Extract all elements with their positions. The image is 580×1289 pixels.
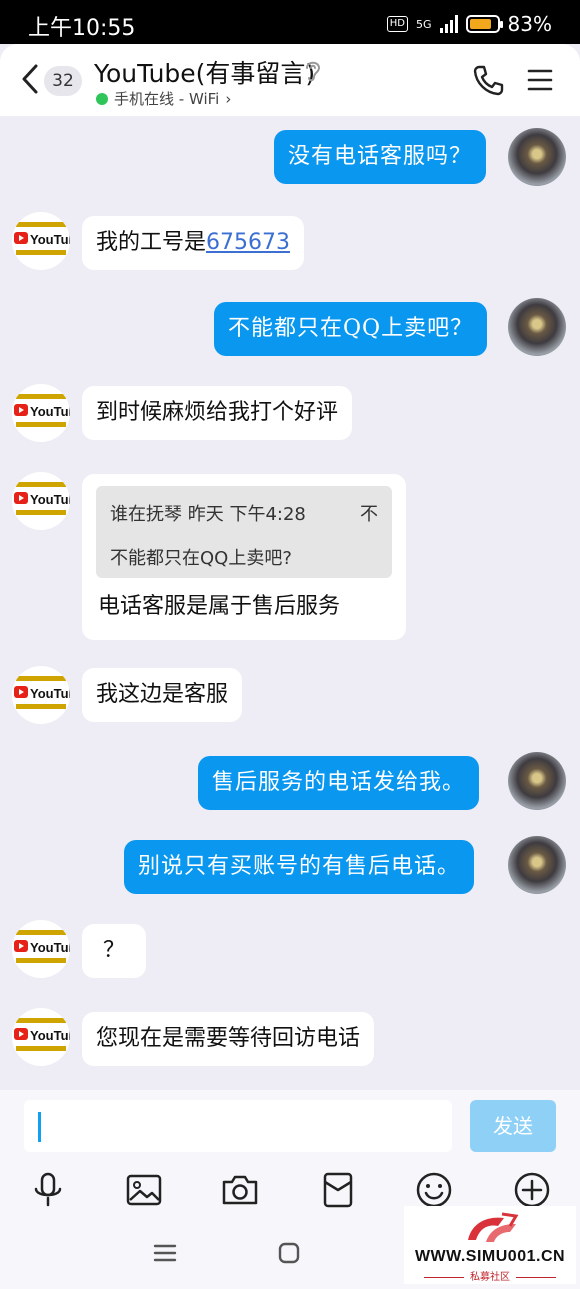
youtube-avatar[interactable]: YouTube [12, 666, 70, 724]
youtube-brand-text: YouTube [30, 232, 70, 247]
message-text: 我的工号是 [96, 230, 207, 255]
presence-text: 手机在线 - WiFi [114, 90, 220, 108]
quote-author: 谁在抚琴 [110, 504, 182, 525]
message-bubble[interactable]: 不能都只在QQ上卖吧？ [214, 302, 488, 356]
my-avatar[interactable] [508, 752, 566, 810]
my-avatar[interactable] [508, 836, 566, 894]
youtube-logo-icon: YouTube [14, 482, 70, 515]
employee-id-link[interactable]: 675673 [206, 230, 290, 255]
network-type: 5G [416, 17, 432, 31]
youtube-logo-icon: YouTube [14, 1018, 70, 1051]
youtube-avatar[interactable]: YouTube [12, 472, 70, 530]
watermark: WWW.SIMU001.CN 私募社区 [404, 1206, 576, 1284]
battery-icon [465, 15, 503, 33]
youtube-logo-icon: YouTube [14, 394, 70, 427]
message-input[interactable] [24, 1100, 452, 1152]
emoji-icon[interactable] [414, 1170, 454, 1210]
youtube-brand-text: YouTube [30, 686, 70, 701]
quoted-message[interactable]: 谁在抚琴 昨天 下午4:28 不 不能都只在QQ上卖吧? [96, 486, 392, 578]
chevron-right-icon: › [225, 89, 232, 108]
phone-call-icon[interactable] [472, 64, 504, 96]
message-bubble[interactable]: 售后服务的电话发给我。 [198, 756, 480, 810]
youtube-brand-text: YouTube [30, 940, 70, 955]
my-avatar[interactable] [508, 298, 566, 356]
youtube-brand-text: YouTube [30, 1028, 70, 1043]
chat-header: 32 YouTube(有事留言) 手机在线 - WiFi › [0, 44, 580, 116]
image-icon[interactable] [124, 1170, 164, 1210]
message-bubble[interactable]: ？ [82, 924, 146, 978]
ear-icon[interactable] [302, 58, 324, 84]
message-bubble[interactable]: 没有电话客服吗？ [274, 130, 487, 184]
my-avatar[interactable] [508, 128, 566, 186]
camera-icon[interactable] [220, 1170, 260, 1210]
watermark-subtitle: 私募社区 [404, 1268, 576, 1283]
message-bubble[interactable]: 我这边是客服 [82, 668, 243, 722]
status-time: 上午10:55 [28, 16, 136, 41]
quote-snippet-icon: 不 [360, 504, 378, 525]
watermark-site: WWW.SIMU001.CN [414, 1248, 566, 1265]
message-text: 电话客服是属于售后服务 [98, 594, 341, 619]
send-button[interactable]: 发送 [470, 1100, 556, 1152]
quote-text: 不能都只在QQ上卖吧? [110, 548, 292, 569]
quote-time: 昨天 下午4:28 [187, 504, 306, 525]
hd-icon: HD [386, 16, 409, 32]
menu-icon[interactable] [526, 66, 554, 94]
youtube-brand-text: YouTube [30, 492, 70, 507]
message-bubble[interactable]: 我的工号是675673 [82, 216, 304, 270]
message-bubble[interactable]: 到时候麻烦给我打个好评 [82, 386, 353, 440]
recent-apps-icon[interactable] [152, 1242, 178, 1264]
youtube-brand-text: YouTube [30, 404, 70, 419]
youtube-avatar[interactable]: YouTube [12, 384, 70, 442]
status-bar: 上午10:55 HD 5G 83% [0, 0, 580, 44]
status-icons: HD 5G 83% [386, 12, 552, 36]
microphone-icon[interactable] [28, 1170, 68, 1210]
back-arrow-icon[interactable] [16, 62, 46, 96]
watermark-logo-icon [468, 1212, 519, 1242]
message-bubble[interactable]: 别说只有买账号的有售后电话。 [124, 840, 475, 894]
youtube-avatar[interactable]: YouTube [12, 920, 70, 978]
youtube-logo-icon: YouTube [14, 930, 70, 963]
youtube-avatar[interactable]: YouTube [12, 212, 70, 270]
youtube-avatar[interactable]: YouTube [12, 1008, 70, 1066]
message-bubble[interactable]: 谁在抚琴 昨天 下午4:28 不 不能都只在QQ上卖吧? 电话客服是属于售后服务 [82, 474, 406, 640]
message-bubble[interactable]: 您现在是需要等待回访电话 [82, 1012, 375, 1066]
youtube-logo-icon: YouTube [14, 222, 70, 255]
online-dot-icon [96, 92, 108, 105]
youtube-logo-icon: YouTube [14, 676, 70, 709]
text-caret [38, 1112, 41, 1142]
home-icon[interactable] [276, 1240, 302, 1266]
battery-percent: 83% [507, 12, 552, 36]
composer: 发送 [0, 1090, 580, 1156]
unread-badge[interactable]: 32 [44, 66, 82, 96]
red-packet-icon[interactable] [318, 1170, 358, 1210]
signal-icon [439, 15, 458, 33]
presence-status[interactable]: 手机在线 - WiFi › [96, 88, 231, 109]
plus-icon[interactable] [512, 1170, 552, 1210]
chat-title[interactable]: YouTube(有事留言) [94, 54, 315, 90]
